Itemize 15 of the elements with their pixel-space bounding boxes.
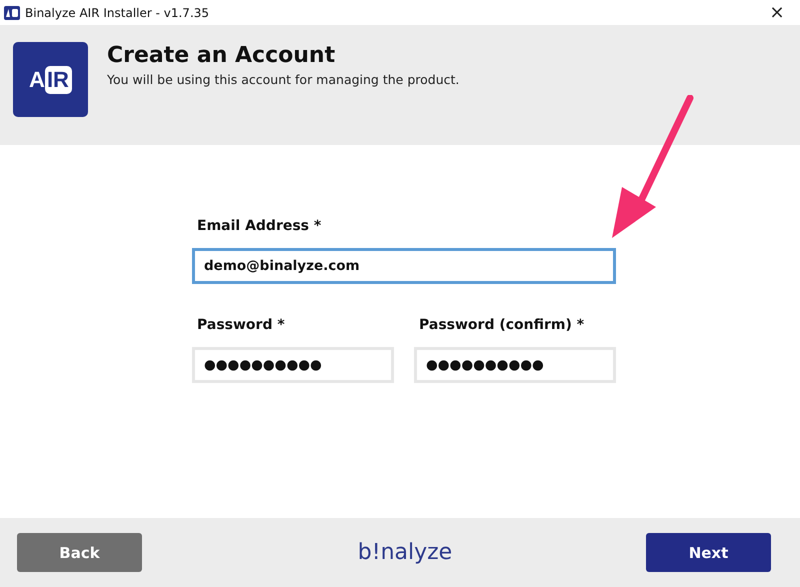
input-field[interactable]: ●●●●●●●●●● (192, 347, 394, 383)
page-subtitle: You will be using this account for managing the product. (107, 72, 460, 87)
window-title: Binalyze AIR Installer - v1.7.35 (25, 6, 210, 20)
input-field[interactable]: ●●●●●●●●●● (414, 347, 616, 383)
field-label: Password (confirm) * (419, 317, 584, 333)
app-icon (4, 6, 20, 20)
app-logo: AIR (13, 42, 88, 117)
close-button[interactable]: × (754, 0, 800, 25)
next-button[interactable]: Next (646, 533, 771, 572)
page-title: Create an Account (107, 43, 336, 68)
field-label: Password * (197, 317, 285, 333)
back-button[interactable]: Back (17, 533, 142, 572)
field-label: Email Address * (197, 218, 322, 234)
input-field[interactable]: demo@binalyze.com (192, 248, 616, 284)
brand-logo: b!nalyze (358, 540, 452, 565)
